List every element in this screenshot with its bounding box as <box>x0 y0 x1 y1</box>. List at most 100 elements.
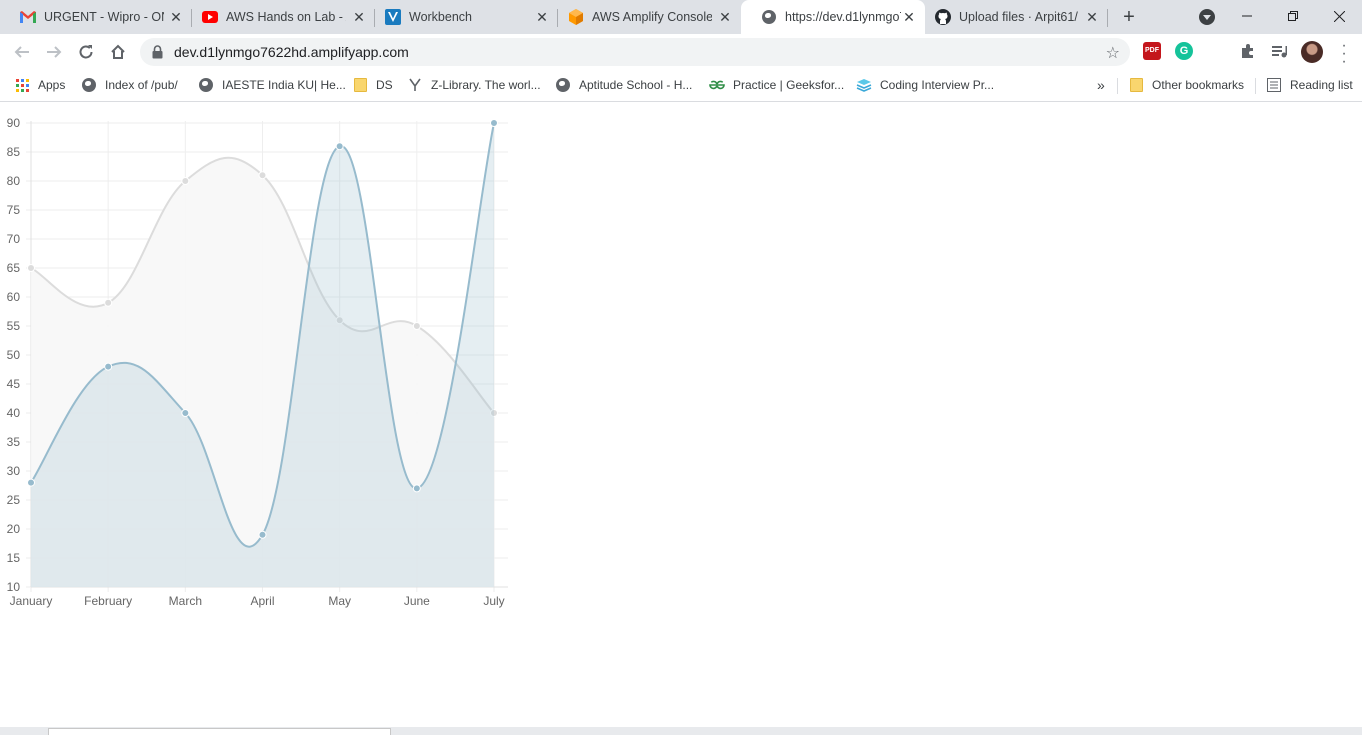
tab-title: AWS Amplify Console <box>592 10 712 24</box>
bookmark-label: Reading list <box>1290 78 1353 92</box>
browser-menu-icon[interactable]: · · · <box>1337 38 1351 70</box>
other-bookmarks-folder[interactable]: Other bookmarks <box>1128 70 1244 100</box>
tab-gmail[interactable]: URGENT - Wipro - ON ✕ <box>0 0 192 34</box>
y-tick-label: 40 <box>7 406 21 420</box>
y-tick-label: 35 <box>7 435 21 449</box>
tab-separator <box>1107 9 1108 27</box>
tab-title: https://dev.d1lynmgo7 <box>785 10 901 24</box>
bookmark-label: Apps <box>38 78 66 92</box>
reading-list-button[interactable]: Reading list <box>1266 70 1353 100</box>
profile-avatar[interactable] <box>1301 41 1323 63</box>
x-tick-label: April <box>250 594 274 608</box>
bookmark-coding-interview[interactable]: Coding Interview Pr... <box>856 70 994 100</box>
browser-toolbar: dev.d1lynmgo7622hd.amplifyapp.com ☆ PDF … <box>0 34 1362 70</box>
bookmark-ds-folder[interactable]: DS <box>352 70 393 100</box>
x-tick-label: February <box>84 594 132 608</box>
data-point <box>335 142 344 151</box>
y-tick-label: 50 <box>7 348 21 362</box>
bookmark-geeksforgeeks[interactable]: Practice | Geeksfor... <box>709 70 844 100</box>
close-icon[interactable]: ✕ <box>1084 9 1100 25</box>
y-tick-label: 45 <box>7 377 21 391</box>
bookmark-star-icon[interactable]: ☆ <box>1106 43 1120 63</box>
bookmark-zlibrary[interactable]: Z-Library. The worl... <box>407 70 541 100</box>
reload-icon[interactable] <box>74 40 98 64</box>
data-point <box>27 478 35 487</box>
minimize-icon[interactable] <box>1224 0 1270 32</box>
new-tab-button[interactable]: + <box>1118 6 1140 28</box>
back-icon[interactable] <box>10 40 34 64</box>
x-tick-label: June <box>404 594 430 608</box>
data-point <box>104 362 113 371</box>
bookmark-label: Index of /pub/ <box>105 78 178 92</box>
data-point <box>258 171 267 180</box>
data-point <box>490 119 498 127</box>
gmail-icon <box>20 9 36 25</box>
x-tick-label: July <box>483 594 504 608</box>
tab-aws-amplify[interactable]: AWS Amplify Console ✕ <box>548 0 741 34</box>
bookmarks-bar: Apps Index of /pub/ IAESTE India KU| He.… <box>0 70 1362 102</box>
media-control-icon[interactable] <box>1271 42 1289 60</box>
y-tick-label: 30 <box>7 464 21 478</box>
home-icon[interactable] <box>106 40 130 64</box>
y-tick-label: 25 <box>7 493 21 507</box>
tab-dev-amplifyapp[interactable]: https://dev.d1lynmgo7 ✕ <box>741 0 925 34</box>
x-tick-label: March <box>169 594 202 608</box>
bookmark-label: Coding Interview Pr... <box>880 78 995 92</box>
tab-youtube[interactable]: AWS Hands on Lab - A ✕ <box>182 0 375 34</box>
folder-icon <box>1128 77 1144 93</box>
forward-icon[interactable] <box>42 40 66 64</box>
youtube-icon <box>202 9 218 25</box>
close-window-icon[interactable] <box>1316 0 1362 32</box>
bookmark-apps[interactable]: Apps <box>14 70 65 100</box>
taskbar-search-field[interactable] <box>48 728 391 735</box>
globe-icon <box>761 9 777 25</box>
globe-icon <box>555 77 571 93</box>
data-point <box>258 530 267 539</box>
apps-grid-icon <box>14 77 30 93</box>
close-icon[interactable]: ✕ <box>717 9 733 25</box>
restore-icon[interactable] <box>1270 0 1316 32</box>
y-tick-label: 70 <box>7 232 21 246</box>
bookmark-label: IAESTE India KU| He... <box>222 78 346 92</box>
bookmark-label: Practice | Geeksfor... <box>733 78 845 92</box>
tab-title: Workbench <box>409 10 472 24</box>
vocareum-icon <box>385 9 401 25</box>
grammarly-extension-icon[interactable]: G <box>1175 42 1193 60</box>
window-controls <box>1224 0 1362 34</box>
tab-title: Upload files · Arpit61/ <box>959 10 1078 24</box>
extensions-puzzle-icon[interactable] <box>1239 42 1257 60</box>
bookmark-aptitude-school[interactable]: Aptitude School - H... <box>555 70 692 100</box>
bookmark-index-of-pub[interactable]: Index of /pub/ <box>81 70 178 100</box>
tab-title: AWS Hands on Lab - A <box>226 10 346 24</box>
tab-github[interactable]: Upload files · Arpit61/ ✕ <box>915 0 1108 34</box>
bookmark-label: Aptitude School - H... <box>579 78 693 92</box>
y-tick-label: 10 <box>7 580 21 594</box>
pdf-extension-icon[interactable]: PDF <box>1143 42 1161 60</box>
line-chart: 10 15 20 25 30 35 40 45 50 55 60 65 70 75 80 85 90 Januar… <box>0 103 520 623</box>
y-tick-label: 90 <box>7 116 21 130</box>
x-tick-label: January <box>10 594 53 608</box>
tab-workbench[interactable]: Workbench ✕ <box>365 0 558 34</box>
data-point <box>412 484 421 493</box>
data-point <box>412 322 421 330</box>
url-text: dev.d1lynmgo7622hd.amplifyapp.com <box>174 44 409 60</box>
bookmarks-overflow-button[interactable]: » <box>1097 70 1105 100</box>
taskbar-strip <box>0 727 1362 735</box>
bookmarks-separator <box>1117 78 1118 94</box>
x-tick-label: May <box>328 594 351 608</box>
y-tick-label: 55 <box>7 319 21 333</box>
aws-amplify-icon <box>568 9 584 25</box>
data-point <box>181 177 190 185</box>
address-bar[interactable]: dev.d1lynmgo7622hd.amplifyapp.com ☆ <box>140 38 1130 66</box>
folder-icon <box>352 77 368 93</box>
lock-icon[interactable] <box>152 45 163 64</box>
tab-search-icon[interactable] <box>1199 9 1215 25</box>
y-tick-label: 85 <box>7 145 21 159</box>
bookmark-label: Z-Library. The worl... <box>431 78 541 92</box>
data-point <box>27 264 35 272</box>
tab-title: URGENT - Wipro - ON <box>44 10 164 24</box>
bookmarks-separator <box>1255 78 1256 94</box>
bookmark-label: DS <box>376 78 393 92</box>
bookmark-iaeste[interactable]: IAESTE India KU| He... <box>198 70 346 100</box>
reading-list-icon <box>1266 77 1282 93</box>
